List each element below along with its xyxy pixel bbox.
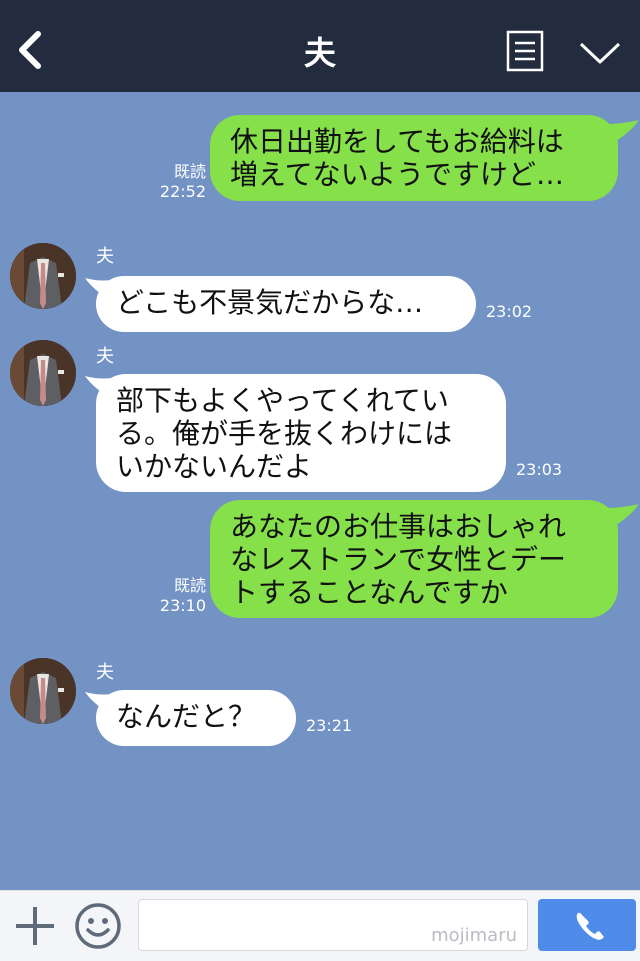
message-time: 23:02 xyxy=(486,302,533,321)
message-time: 23:03 xyxy=(516,460,563,479)
plus-icon[interactable] xyxy=(14,905,56,947)
incoming-message[interactable]: どこも不景気だからな… xyxy=(96,276,476,332)
sender-name: 夫 xyxy=(96,246,114,267)
suit-avatar-icon xyxy=(10,340,76,406)
bubble-tail xyxy=(605,504,638,528)
outgoing-message[interactable]: あなたのお仕事はおしゃれ なレストランで女性とデー トすることなんですか xyxy=(210,500,618,618)
smiley-icon[interactable] xyxy=(74,902,122,950)
read-receipt: 既読 23:10 xyxy=(150,576,206,616)
message-time: 22:52 xyxy=(159,182,206,201)
message-list[interactable]: 既読 22:52 休日出勤をしてもお給料は 増えてないようですけど… 夫 どこも… xyxy=(0,92,640,890)
sender-name: 夫 xyxy=(96,662,114,683)
message-time: 23:10 xyxy=(159,596,206,615)
suit-avatar-icon xyxy=(10,243,76,309)
watermark: mojimaru xyxy=(431,925,517,946)
phone-icon xyxy=(576,912,604,940)
avatar[interactable] xyxy=(10,658,76,724)
chat-header: 夫 xyxy=(0,0,640,92)
read-receipt: 既読 22:52 xyxy=(150,162,206,202)
incoming-message[interactable]: なんだと？ xyxy=(96,690,296,746)
avatar[interactable] xyxy=(10,340,76,406)
incoming-message[interactable]: 部下もよくやってくれてい る。俺が手を抜くわけには いかないんだよ xyxy=(96,374,506,492)
sender-name: 夫 xyxy=(96,346,114,367)
call-button[interactable] xyxy=(538,899,636,951)
list-icon[interactable] xyxy=(506,30,544,72)
message-time: 23:21 xyxy=(306,716,353,735)
suit-avatar-icon xyxy=(10,658,76,724)
input-bar: mojimaru xyxy=(0,890,640,961)
bubble-tail xyxy=(605,120,638,144)
outgoing-message[interactable]: 休日出勤をしてもお給料は 増えてないようですけど… xyxy=(210,115,618,201)
chat-title: 夫 xyxy=(303,34,336,72)
message-input[interactable]: mojimaru xyxy=(138,899,528,951)
avatar[interactable] xyxy=(10,243,76,309)
chevron-down-icon[interactable] xyxy=(578,38,622,68)
